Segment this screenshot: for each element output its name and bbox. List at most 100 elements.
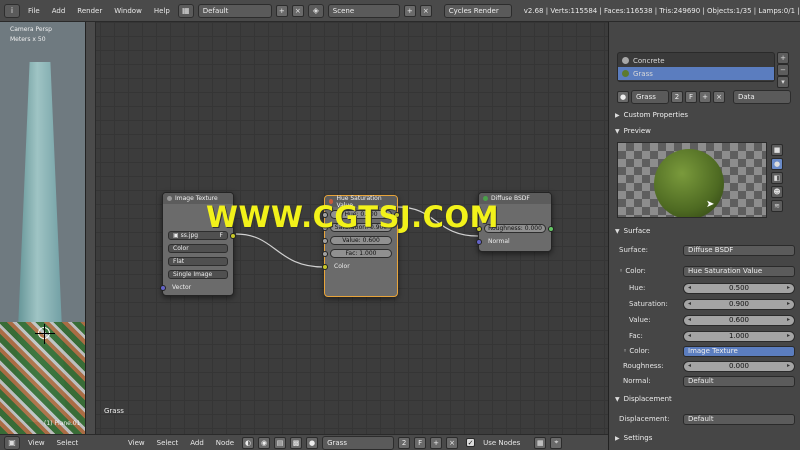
- add-slot-button[interactable]: +: [777, 52, 789, 64]
- saturation-row: Saturation: ◂ 0.900 ▸: [619, 298, 795, 310]
- image-name: ss.jpg: [180, 232, 199, 239]
- material-preview: ➤: [617, 142, 767, 218]
- material-slot-item[interactable]: Concrete: [618, 54, 774, 67]
- normal-input-socket[interactable]: [476, 239, 482, 245]
- displacement-dropdown[interactable]: Default: [683, 413, 795, 425]
- fac-slider[interactable]: Fac: 1.000: [330, 249, 392, 258]
- menu-help[interactable]: Help: [150, 7, 174, 15]
- remove-material-button[interactable]: ×: [446, 436, 459, 449]
- material-slot-list[interactable]: Concrete Grass: [617, 52, 775, 82]
- ne-menu-add[interactable]: Add: [186, 439, 208, 447]
- remove-scene-button[interactable]: ×: [419, 4, 432, 17]
- displacement-header[interactable]: ▼ Displacement: [615, 393, 797, 405]
- roughness-value-slider[interactable]: ◂ 0.000 ▸: [683, 360, 795, 372]
- material-fake-user-button[interactable]: F: [685, 91, 697, 103]
- world-shader-icon[interactable]: ◉: [258, 436, 271, 449]
- image-browse-icon[interactable]: ▣: [173, 232, 179, 239]
- preview-cube-icon[interactable]: ◧: [771, 172, 783, 184]
- surface-header[interactable]: ▼ Surface: [615, 225, 797, 237]
- node-tree-name-label: Grass: [104, 407, 124, 415]
- collapsed-arrow-icon: ▶: [615, 434, 620, 442]
- source-row: Single Image: [168, 269, 228, 280]
- source-dropdown[interactable]: Single Image: [168, 270, 228, 279]
- view-name-label: Camera Persp: [10, 26, 52, 33]
- use-nodes-label: Use Nodes: [483, 438, 521, 447]
- vp-menu-view[interactable]: View: [24, 439, 49, 447]
- material-fake-user-button[interactable]: F: [414, 436, 427, 449]
- material-name-field[interactable]: Grass: [322, 435, 395, 450]
- hsv-color-input-socket[interactable]: [322, 264, 328, 270]
- surface-shader-dropdown[interactable]: Diffuse BSDF: [683, 244, 795, 256]
- menu-file[interactable]: File: [24, 7, 44, 15]
- surface-color-dropdown[interactable]: Hue Saturation Value: [683, 265, 795, 277]
- watermark-text: WWW.CGTSJ.COM: [206, 200, 499, 234]
- snap-icon[interactable]: ⌖: [550, 436, 563, 449]
- backdrop-icon[interactable]: ▦: [534, 436, 547, 449]
- 3d-viewport-header: ▣ View Select: [0, 434, 86, 450]
- 3d-viewport[interactable]: Camera Persp Meters x 50 (1) Plane.01: [0, 22, 86, 434]
- scene-icon[interactable]: ◈: [307, 3, 324, 18]
- vector-input-socket[interactable]: [160, 285, 166, 291]
- ne-menu-view[interactable]: View: [124, 439, 149, 447]
- material-name-field[interactable]: Grass: [631, 90, 669, 104]
- saturation-value-slider[interactable]: ◂ 0.900 ▸: [683, 298, 795, 310]
- remove-material-button[interactable]: ×: [713, 91, 725, 103]
- hsv-color-row: ◦ Color: Image Texture: [619, 345, 795, 357]
- hue-value-slider[interactable]: ◂ 0.500 ▸: [683, 282, 795, 294]
- projection-dropdown[interactable]: Flat: [168, 257, 228, 266]
- compositing-icon[interactable]: ▤: [274, 436, 287, 449]
- object-shader-icon[interactable]: ◐: [242, 436, 255, 449]
- material-user-count[interactable]: 2: [398, 436, 411, 449]
- value-input-socket[interactable]: [322, 238, 328, 244]
- material-slot-item-selected[interactable]: Grass: [618, 67, 774, 80]
- node-collapse-icon[interactable]: [167, 196, 172, 201]
- add-scene-button[interactable]: +: [403, 4, 416, 17]
- menu-window[interactable]: Window: [110, 7, 146, 15]
- texture-nodes-icon[interactable]: ▩: [290, 436, 303, 449]
- value-slider[interactable]: Value: 0.600: [330, 236, 392, 245]
- material-datablock-row: ● Grass 2 F + × Data: [617, 90, 795, 104]
- screen-layout-icon[interactable]: ▦: [177, 3, 194, 18]
- bsdf-output-socket[interactable]: [548, 226, 554, 232]
- menu-render[interactable]: Render: [73, 7, 106, 15]
- properties-editor[interactable]: Concrete Grass + − ▾ ● Grass 2 F + × Dat…: [608, 22, 800, 450]
- value-value-slider[interactable]: ◂ 0.600 ▸: [683, 314, 795, 326]
- material-user-count[interactable]: 2: [671, 91, 683, 103]
- preview-header[interactable]: ▼ Preview: [615, 125, 797, 137]
- hsv-color-input-row: Color: [322, 261, 392, 272]
- remove-slot-button[interactable]: −: [777, 64, 789, 76]
- scene-dropdown[interactable]: Scene: [327, 3, 400, 18]
- add-material-button[interactable]: +: [699, 91, 711, 103]
- normal-dropdown[interactable]: Default: [683, 375, 795, 387]
- link-mode-dropdown[interactable]: Data: [733, 90, 791, 104]
- preview-hair-icon[interactable]: ≋: [771, 200, 783, 212]
- add-screen-button[interactable]: +: [275, 4, 288, 17]
- ne-menu-node[interactable]: Node: [212, 439, 238, 447]
- color-mode-dropdown[interactable]: Color: [168, 244, 228, 253]
- material-browse-icon[interactable]: ●: [306, 436, 319, 449]
- ne-menu-select[interactable]: Select: [153, 439, 183, 447]
- info-editor-icon[interactable]: i: [4, 3, 20, 18]
- preview-sphere-icon[interactable]: ●: [771, 158, 783, 170]
- material-browse-icon[interactable]: ●: [617, 91, 629, 103]
- vp-menu-select[interactable]: Select: [53, 439, 83, 447]
- use-nodes-checkbox[interactable]: ✓: [466, 438, 476, 447]
- menu-add[interactable]: Add: [48, 7, 70, 15]
- add-material-button[interactable]: +: [430, 436, 443, 449]
- vector-input-label: Vector: [172, 284, 192, 291]
- settings-header[interactable]: ▶ Settings: [615, 432, 797, 444]
- hsv-color-dropdown[interactable]: Image Texture: [683, 345, 795, 357]
- slot-specials-icon[interactable]: ▾: [777, 76, 789, 88]
- roughness-row: Roughness: ◂ 0.000 ▸: [619, 360, 795, 372]
- preview-monkey-icon[interactable]: ☻: [771, 186, 783, 198]
- custom-properties-header[interactable]: ▶ Custom Properties: [615, 109, 797, 121]
- remove-screen-button[interactable]: ×: [291, 4, 304, 17]
- 3d-view-editor-icon[interactable]: ▣: [4, 435, 20, 450]
- surface-shader-row: Surface: Diffuse BSDF: [619, 244, 795, 256]
- fac-value-slider[interactable]: ◂ 1.000 ▸: [683, 330, 795, 342]
- preview-flat-icon[interactable]: ■: [771, 144, 783, 156]
- fac-input-socket[interactable]: [322, 251, 328, 257]
- screen-layout-dropdown[interactable]: Default: [197, 3, 272, 18]
- render-engine-dropdown[interactable]: Cycles Render: [443, 3, 512, 18]
- value-label: Value:: [629, 316, 651, 324]
